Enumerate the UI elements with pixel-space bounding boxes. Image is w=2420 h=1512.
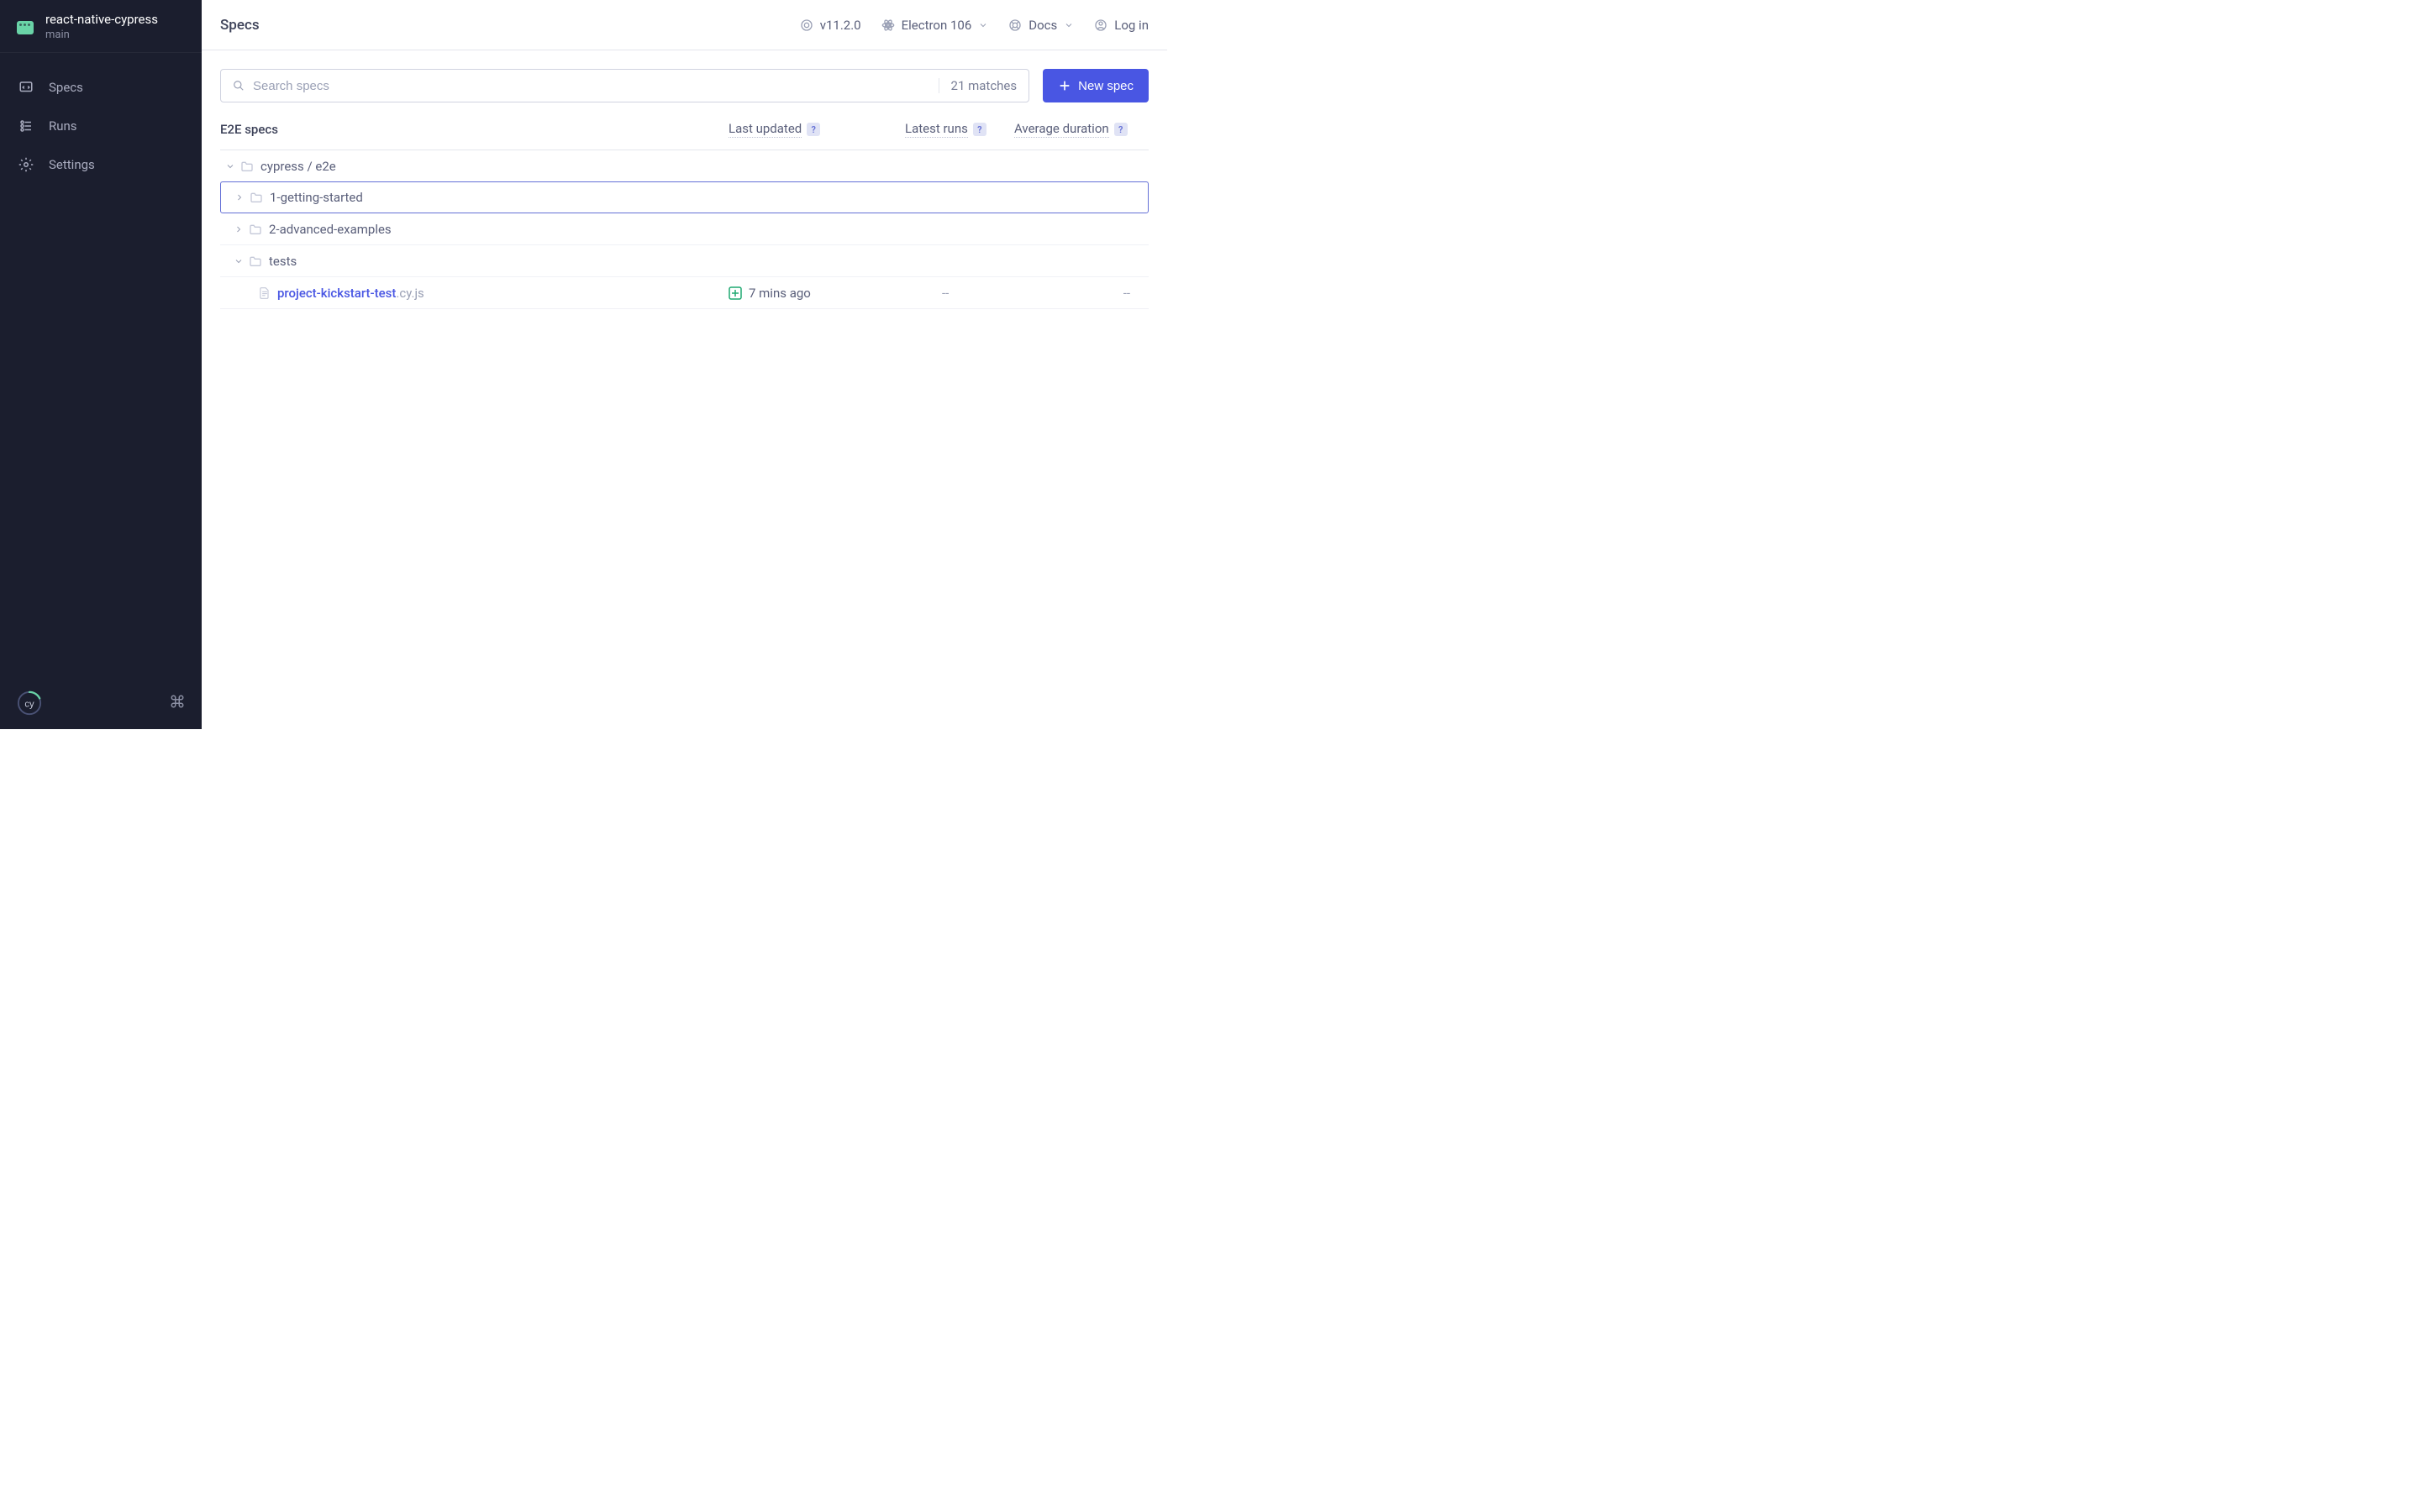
spec-file-ext: .cy.js bbox=[396, 286, 424, 301]
folder-icon bbox=[250, 192, 263, 203]
column-duration[interactable]: Average duration bbox=[1014, 121, 1109, 138]
version-icon bbox=[800, 18, 813, 32]
nav-item-label: Runs bbox=[49, 118, 77, 134]
login-button[interactable]: Log in bbox=[1094, 18, 1149, 33]
browser-selector[interactable]: Electron 106 bbox=[881, 18, 989, 33]
git-added-icon bbox=[729, 286, 742, 300]
spec-tree: cypress / e2e 1-getting bbox=[220, 150, 1149, 309]
new-spec-button[interactable]: New spec bbox=[1043, 69, 1149, 102]
chevron-right-icon bbox=[232, 224, 245, 234]
docs-button[interactable]: Docs bbox=[1008, 18, 1074, 33]
nav-item-label: Specs bbox=[49, 80, 83, 95]
lifebuoy-icon bbox=[1008, 18, 1022, 32]
column-runs[interactable]: Latest runs bbox=[905, 121, 968, 138]
spec-duration: -- bbox=[1014, 286, 1149, 301]
search-container[interactable]: 21 matches bbox=[220, 69, 1029, 102]
help-badge-icon[interactable]: ? bbox=[1114, 123, 1128, 136]
chevron-down-icon bbox=[232, 256, 245, 266]
folder-icon bbox=[249, 255, 262, 267]
login-label: Log in bbox=[1114, 18, 1149, 33]
spec-file-name: project-kickstart-test bbox=[277, 286, 396, 301]
nav-item-specs[interactable]: Specs bbox=[0, 68, 202, 107]
specs-icon bbox=[18, 80, 34, 95]
folder-icon bbox=[240, 160, 254, 172]
electron-icon bbox=[881, 18, 895, 32]
column-updated[interactable]: Last updated bbox=[729, 121, 802, 138]
page-title: Specs bbox=[220, 17, 260, 34]
nav-item-runs[interactable]: Runs bbox=[0, 107, 202, 145]
chevron-right-icon bbox=[233, 192, 246, 202]
spec-updated: 7 mins ago bbox=[749, 286, 811, 301]
folder-name: 2-advanced-examples bbox=[269, 222, 392, 237]
search-input[interactable] bbox=[253, 79, 930, 93]
help-badge-icon[interactable]: ? bbox=[807, 123, 820, 136]
cypress-logo[interactable]: cy bbox=[17, 690, 42, 716]
project-branch: main bbox=[45, 29, 158, 43]
folder-name: tests bbox=[269, 254, 297, 269]
svg-text:cy: cy bbox=[24, 700, 34, 710]
nav-item-settings[interactable]: Settings bbox=[0, 145, 202, 184]
folder-name: 1-getting-started bbox=[270, 190, 363, 205]
plus-icon bbox=[1058, 79, 1071, 92]
chevron-down-icon bbox=[978, 20, 988, 30]
browser-label: Electron 106 bbox=[902, 18, 972, 33]
folder-row-root[interactable]: cypress / e2e bbox=[220, 150, 1149, 182]
docs-label: Docs bbox=[1028, 18, 1057, 33]
gear-icon bbox=[18, 157, 34, 172]
column-name: E2E specs bbox=[220, 122, 729, 137]
folder-row[interactable]: 2-advanced-examples bbox=[220, 213, 1149, 245]
folder-row[interactable]: 1-getting-started bbox=[220, 181, 1149, 213]
topbar: Specs v11.2.0 Electron 106 bbox=[202, 0, 1167, 50]
spec-file-row[interactable]: project-kickstart-test.cy.js 7 mins ago … bbox=[220, 277, 1149, 309]
runs-icon bbox=[18, 118, 34, 134]
spec-runs: -- bbox=[905, 286, 1014, 301]
nav-item-label: Settings bbox=[49, 157, 95, 172]
user-icon bbox=[1094, 18, 1107, 32]
search-icon bbox=[233, 80, 245, 92]
folder-icon bbox=[249, 223, 262, 235]
search-matches-count: 21 matches bbox=[939, 78, 1018, 93]
chevron-down-icon bbox=[1064, 20, 1074, 30]
file-icon bbox=[259, 286, 271, 300]
version-button[interactable]: v11.2.0 bbox=[800, 18, 861, 33]
sidebar: react-native-cypress main Specs bbox=[0, 0, 202, 729]
keyboard-shortcuts-icon[interactable] bbox=[170, 694, 185, 713]
chevron-down-icon bbox=[224, 161, 237, 171]
folder-name: cypress / e2e bbox=[260, 159, 336, 174]
project-name: react-native-cypress bbox=[45, 12, 158, 29]
sidebar-project-header[interactable]: react-native-cypress main bbox=[0, 0, 202, 53]
help-badge-icon[interactable]: ? bbox=[973, 123, 986, 136]
columns-header: E2E specs Last updated ? Latest runs ? A… bbox=[220, 121, 1149, 150]
new-spec-label: New spec bbox=[1078, 79, 1134, 93]
project-icon bbox=[17, 21, 34, 34]
folder-row[interactable]: tests bbox=[220, 245, 1149, 277]
version-label: v11.2.0 bbox=[820, 18, 861, 33]
